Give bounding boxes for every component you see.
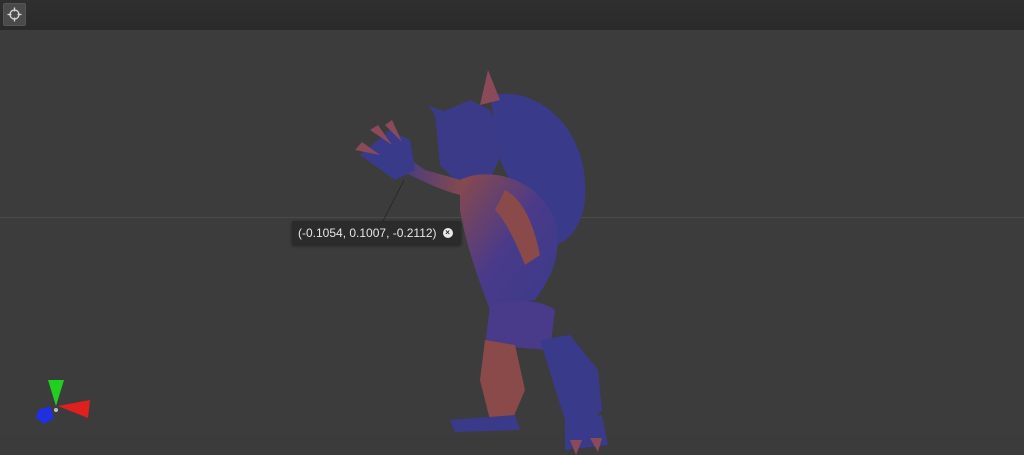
close-circle-icon[interactable]: ×: [442, 228, 453, 238]
recenter-button[interactable]: [3, 3, 26, 26]
axis-gizmo: [36, 380, 90, 424]
pick-coordinates: (-0.1054, 0.1007, -0.2112): [298, 226, 437, 240]
crosshair-icon: [7, 7, 22, 22]
toolbar: [0, 0, 1024, 30]
3d-viewport[interactable]: (-0.1054, 0.1007, -0.2112) ×: [0, 30, 1024, 455]
creature-model[interactable]: [340, 70, 610, 455]
pick-readout-tooltip: (-0.1054, 0.1007, -0.2112) ×: [292, 221, 461, 245]
